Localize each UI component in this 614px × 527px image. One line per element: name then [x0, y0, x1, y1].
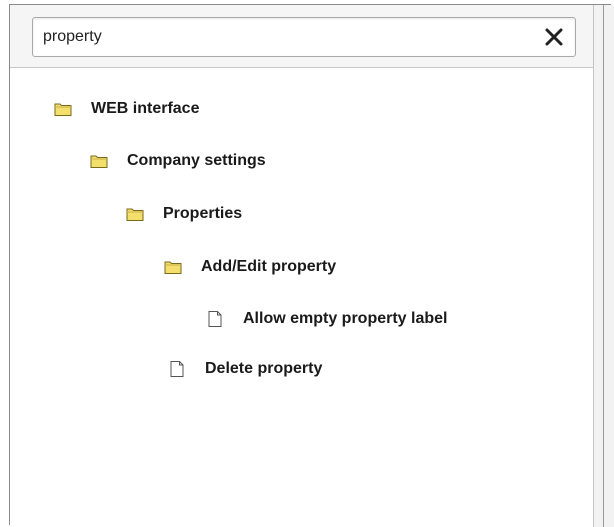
- close-icon: [545, 28, 563, 46]
- clear-search-button[interactable]: [543, 26, 565, 48]
- search-box: [32, 17, 576, 57]
- tree-node-properties[interactable]: Properties: [126, 202, 242, 226]
- search-toolbar: [10, 5, 593, 68]
- tree-node-allow-empty-property-label[interactable]: Allow empty property label: [206, 307, 447, 331]
- search-input[interactable]: [43, 18, 523, 56]
- tree-node-label: Delete property: [205, 360, 323, 377]
- folder-icon: [164, 261, 182, 274]
- tree-node-add-edit-property[interactable]: Add/Edit property: [164, 255, 336, 279]
- search-results-tree: WEB interface Company settings Propertie…: [10, 67, 593, 525]
- tree-node-label: Company settings: [127, 152, 266, 169]
- tree-node-company-settings[interactable]: Company settings: [90, 149, 266, 173]
- adjacent-panel-edge: [593, 5, 614, 527]
- tree-node-label: Properties: [163, 205, 243, 222]
- folder-icon: [126, 208, 144, 221]
- folder-icon: [54, 103, 72, 116]
- tree-node-label: Add/Edit property: [201, 258, 337, 275]
- folder-icon: [90, 155, 108, 168]
- document-icon: [170, 361, 184, 377]
- tree-node-web-interface[interactable]: WEB interface: [54, 97, 199, 121]
- document-icon: [208, 311, 222, 327]
- tree-node-label: WEB interface: [91, 100, 200, 117]
- tree-node-delete-property[interactable]: Delete property: [168, 357, 322, 381]
- divider: [603, 5, 604, 527]
- tree-node-label: Allow empty property label: [243, 310, 448, 327]
